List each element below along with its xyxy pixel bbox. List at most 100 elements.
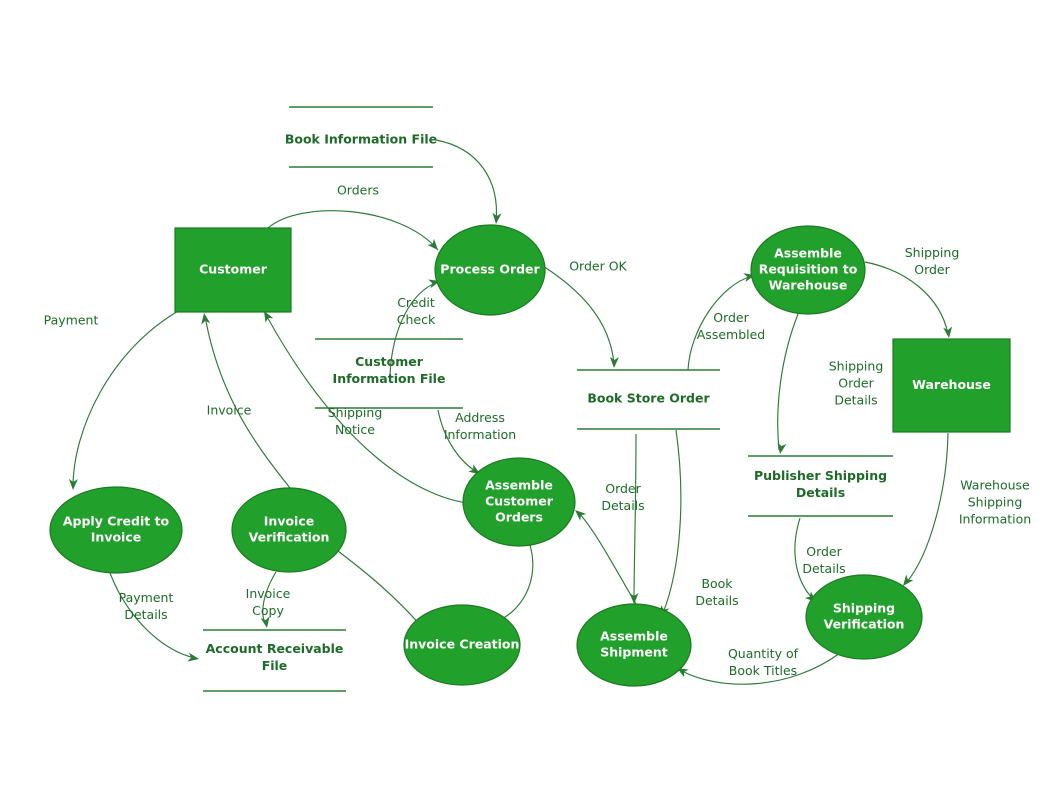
- flow-label-flow_quantity_titles: Book Titles: [729, 663, 797, 678]
- process-label-invoice_creation: Invoice Creation: [405, 637, 520, 652]
- arrowhead-icon: [943, 326, 953, 338]
- process-label-process_order: Process Order: [440, 262, 540, 277]
- flow-label-flow_order_assembled: Assembled: [697, 327, 765, 342]
- data-store-book_store_order[interactable]: Book Store Order: [577, 369, 720, 430]
- store-label-publisher_shipping_details: Details: [796, 485, 845, 500]
- store-label-customer_information_file: Information File: [333, 371, 446, 386]
- arrowhead-icon: [260, 616, 270, 628]
- flow-line: [72, 309, 181, 488]
- flow-label-flow_book_details: Details: [695, 593, 738, 608]
- process-label-apply_credit: Invoice: [91, 530, 141, 545]
- flow-label-flow_address_info: Address: [455, 410, 505, 425]
- data-store-publisher_shipping_details[interactable]: Publisher Shipping Details: [748, 455, 893, 517]
- flow-flow_payment: [68, 309, 181, 490]
- flow-line: [905, 432, 949, 584]
- process-label-apply_credit: Apply Credit to: [63, 514, 170, 529]
- flow-label-flow_shipping_notice: Notice: [335, 422, 375, 437]
- data-store-account_receivable_file[interactable]: Account Receivable File: [203, 629, 346, 692]
- flow-label-flow_order_details_pub: Details: [802, 561, 845, 576]
- process-label-invoice_verif: Verification: [249, 530, 330, 545]
- flow-flow_invoice_from_creation: [327, 543, 421, 626]
- flow-line: [267, 210, 439, 251]
- flow-label-flow_address_info: Information: [444, 427, 516, 442]
- flow-label-flow_payment_details: Details: [124, 607, 167, 622]
- flow-label-flow_shipping_order_details: Shipping: [829, 359, 884, 374]
- external-entity-customer[interactable]: Customer: [174, 227, 292, 313]
- process-label-assemble_req: Assemble: [774, 246, 842, 261]
- flow-label-flow_order_details_pub: Order: [806, 544, 842, 559]
- flow-label-flow_payment: Payment: [44, 313, 99, 328]
- store-label-account_receivable_file: Account Receivable: [206, 641, 344, 656]
- flow-label-flow_invoice_copy: Copy: [252, 603, 284, 618]
- flow-label-flow_credit_check: Check: [397, 312, 436, 327]
- process-label-shipping_verif: Shipping: [833, 601, 895, 616]
- store-label-account_receivable_file: File: [262, 658, 288, 673]
- flow-label-flow_shipping_order_details: Details: [834, 393, 877, 408]
- arrowhead-icon: [201, 313, 211, 325]
- arrowhead-icon: [777, 442, 787, 454]
- process-invoice_verif[interactable]: InvoiceVerification: [231, 487, 347, 573]
- process-label-assemble_cust: Orders: [495, 510, 543, 525]
- store-label-customer_information_file: Customer: [355, 354, 424, 369]
- flow-line: [633, 433, 637, 601]
- flow-flow_order_ok: [542, 265, 619, 368]
- flow-flow_book_details: [660, 429, 682, 617]
- flow-flow_shipping_order_details: [777, 313, 799, 454]
- stores-layer: Book Information File Customer Information…: [203, 106, 893, 692]
- process-apply_credit[interactable]: Apply Credit toInvoice: [49, 486, 183, 574]
- data-store-book_information_file[interactable]: Book Information File: [285, 106, 437, 168]
- flow-line: [542, 265, 615, 365]
- entity-label-customer: Customer: [199, 262, 268, 277]
- flow-label-flow_invoice_copy: Invoice: [246, 586, 291, 601]
- process-label-assemble_ship: Shipment: [600, 645, 668, 660]
- arrowhead-icon: [187, 652, 199, 662]
- process-label-shipping_verif: Verification: [824, 617, 905, 632]
- flow-line: [329, 544, 421, 626]
- flow-line: [777, 313, 799, 451]
- flow-flow_invoice: [201, 313, 291, 489]
- flow-line: [577, 511, 637, 605]
- store-label-book_information_file: Book Information File: [285, 132, 437, 147]
- process-invoice_creation[interactable]: Invoice Creation: [403, 604, 521, 686]
- flow-label-flow_shipping_order: Order: [914, 262, 950, 277]
- process-assemble_ship[interactable]: AssembleShipment: [576, 603, 692, 687]
- flow-flow_assemble_ship_in: [629, 433, 639, 604]
- flow-label-flow_shipping_order: Shipping: [905, 245, 960, 260]
- flow-line: [662, 429, 682, 614]
- process-label-invoice_verif: Invoice: [264, 514, 314, 529]
- flow-label-flow_shipping_order_details: Order: [838, 376, 874, 391]
- store-label-book_store_order: Book Store Order: [587, 391, 710, 406]
- process-label-assemble_cust: Assemble: [485, 478, 553, 493]
- flow-label-flow_warehouse_ship_info: Warehouse: [960, 478, 1030, 493]
- flow-label-flow_payment_details: Payment: [119, 590, 174, 605]
- arrowhead-icon: [609, 356, 619, 368]
- flow-label-flow_order_details_asm: Order: [605, 481, 641, 496]
- flow-flow_orders: [267, 210, 439, 251]
- flow-flow_book_info: [435, 139, 502, 224]
- flow-label-flow_orders: Orders: [337, 183, 379, 198]
- process-label-assemble_req: Warehouse: [769, 278, 848, 293]
- process-label-assemble_req: Requisition to: [759, 262, 858, 277]
- flow-label-flow_book_details: Book: [701, 576, 733, 591]
- flow-label-flow_shipping_notice: Shipping: [328, 405, 383, 420]
- store-label-publisher_shipping_details: Publisher Shipping: [754, 468, 887, 483]
- dfd-canvas: Book Information File Customer Information…: [0, 0, 1056, 794]
- flow-line: [435, 139, 498, 223]
- external-entity-warehouse[interactable]: Warehouse: [892, 338, 1011, 433]
- flow-label-flow_warehouse_ship_info: Information: [959, 512, 1031, 527]
- process-shipping_verif[interactable]: ShippingVerification: [805, 574, 923, 660]
- flow-label-flow_order_ok: Order OK: [569, 259, 627, 274]
- flow-label-flow_invoice: Invoice: [207, 403, 252, 418]
- process-process_order[interactable]: Process Order: [434, 224, 546, 316]
- entity-label-warehouse: Warehouse: [912, 377, 991, 392]
- flow-label-flow_quantity_titles: Quantity of: [728, 646, 799, 661]
- data-store-customer_information_file[interactable]: Customer Information File: [315, 338, 463, 409]
- process-assemble_cust[interactable]: AssembleCustomerOrders: [462, 457, 576, 547]
- dfd-svg: Book Information File Customer Information…: [44, 106, 1031, 692]
- flow-label-flow_credit_check: Credit: [397, 295, 435, 310]
- process-assemble_req[interactable]: AssembleRequisition toWarehouse: [750, 225, 866, 315]
- flow-label-flow_warehouse_ship_info: Shipping: [968, 495, 1023, 510]
- flow-label-flow_order_details_asm: Details: [601, 498, 644, 513]
- flow-line: [494, 544, 534, 623]
- process-label-assemble_cust: Customer: [485, 494, 554, 509]
